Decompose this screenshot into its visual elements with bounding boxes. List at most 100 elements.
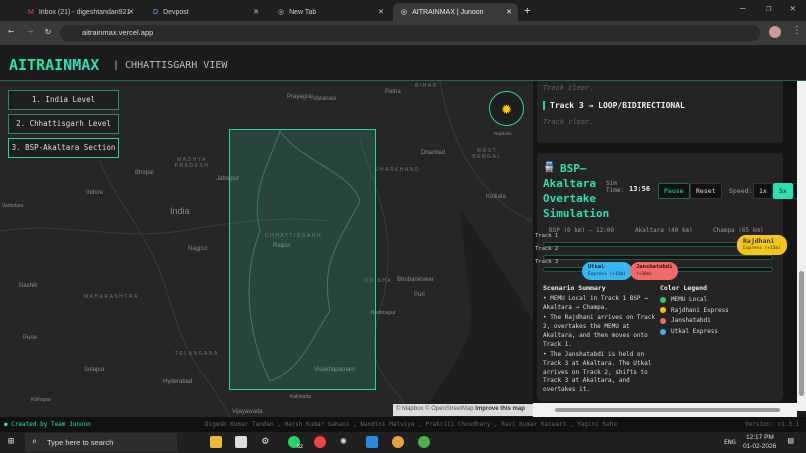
horizontal-scrollbar[interactable] [533, 403, 797, 417]
map-attribution: © Mapbox © OpenStreetMap Improve this ma… [393, 404, 533, 416]
bsp-akaltara-section-button[interactable]: 3. BSP-Akaltara Section [8, 138, 119, 158]
chrome-icon[interactable] [392, 436, 404, 448]
globe-icon: ◎ [401, 9, 408, 16]
map-label: Indore [86, 190, 104, 196]
map[interactable]: Prayagraj Varanasi Patna BIHAR MADHYA PR… [0, 81, 533, 417]
speed-5x-button[interactable]: 5x [773, 183, 793, 199]
track3-heading: Track 3 → LOOP/BIDIRECTIONAL [543, 101, 685, 110]
vscode-icon[interactable] [366, 436, 378, 448]
profile-avatar[interactable] [769, 26, 781, 38]
close-window-button[interactable]: ✕ [790, 4, 795, 14]
legend-item: Utkal Express [660, 327, 729, 338]
train-janshatabdi[interactable]: Janshatabdi (+30m) [630, 262, 679, 280]
scrollbar-thumb[interactable] [555, 408, 780, 412]
map-label: MADHYA PRADESH [174, 157, 210, 169]
train-utkal[interactable]: Utkal Express (+15m) [582, 262, 632, 280]
speed-1x-button[interactable]: 1x [753, 183, 773, 199]
pause-button[interactable]: Pause [658, 183, 690, 199]
simulation-title: BSP–Akaltara Overtake Simulation [543, 162, 610, 220]
tab-strip: M Inbox (21) - digeshtandan921 ✕ D Devpost ✕… [0, 0, 806, 21]
chrome-icon[interactable] [314, 436, 326, 448]
devpost-icon: D [153, 8, 159, 16]
track-2-line [543, 255, 773, 260]
chhattisgarh-bounding-box[interactable] [229, 129, 376, 390]
close-icon[interactable]: ✕ [253, 8, 259, 16]
forward-icon[interactable]: → [27, 26, 33, 37]
legend-item: MEMU Local [660, 295, 729, 306]
tab-new-tab[interactable]: ◎ New Tab ✕ [270, 3, 390, 21]
file-explorer-icon[interactable] [210, 436, 222, 448]
station-champa: Champa (65 km) [713, 227, 764, 234]
train-rajdhani[interactable]: Rajdhani Express (+15m) [737, 235, 787, 255]
simulation-card: 🚆 BSP–Akaltara Overtake Simulation Sim T… [535, 153, 797, 401]
map-label: Kolhapur [31, 397, 52, 403]
reload-icon[interactable]: ↻ [45, 26, 51, 37]
scrollbar-thumb[interactable] [799, 271, 804, 396]
chhattisgarh-level-button[interactable]: 2. Chhattisgarh Level [8, 114, 119, 134]
map-label: India [170, 206, 190, 216]
chatgpt-icon[interactable]: ✺ [340, 434, 352, 447]
theme-toggle-sun-icon[interactable]: ✹ [489, 91, 524, 126]
language-indicator[interactable]: ENG [724, 438, 736, 446]
close-icon[interactable]: ✕ [128, 8, 134, 16]
menu-icon[interactable]: ⋮ [792, 25, 802, 36]
improve-map-link[interactable]: Improve this map [475, 406, 525, 412]
legend-dot [660, 328, 666, 335]
team-members: Digesh Kumar Tandan , Harsh Kumar Sahani… [205, 421, 617, 428]
summary-item: • The Rajdhani arrives on Track 2, overt… [543, 314, 655, 348]
legend-dot [660, 317, 666, 324]
notification-icon[interactable]: ▤ [788, 436, 793, 446]
map-label: Patna [385, 89, 401, 95]
station-akaltara: Akaltara (40 km) [635, 227, 693, 234]
map-label: BIHAR [415, 83, 438, 89]
track-label: Track 3 [535, 259, 559, 265]
vertical-scrollbar[interactable] [797, 81, 806, 411]
clock-date[interactable]: 01-02-2026 [743, 443, 776, 450]
sim-time: 13:56 [629, 185, 651, 193]
india-level-button[interactable]: 1. India Level [8, 90, 119, 110]
close-icon[interactable]: ✕ [378, 8, 384, 16]
minimize-button[interactable]: – [740, 4, 745, 14]
tab-gmail[interactable]: M Inbox (21) - digeshtandan921 ✕ [20, 3, 140, 21]
tab-devpost[interactable]: D Devpost ✕ [145, 3, 265, 21]
track-status: Track clear. [543, 84, 594, 92]
track-status: Track clear. [543, 118, 594, 126]
close-icon[interactable]: ✕ [506, 8, 512, 16]
summary-item: • The Janshatabdi is held on Track 3 at … [543, 351, 652, 394]
restore-button[interactable]: ❐ [766, 4, 771, 14]
clock-time[interactable]: 12:17 PM [746, 434, 774, 441]
new-tab-button[interactable]: + [524, 4, 531, 17]
reset-button[interactable]: Reset [690, 183, 722, 199]
map-label: Pune [23, 335, 38, 341]
windows-start-icon[interactable]: ⊞ [8, 436, 14, 447]
map-label: Rajshahi [494, 131, 512, 136]
track-label: Track 1 [535, 233, 559, 239]
store-icon[interactable] [235, 436, 247, 448]
legend-item: Janshatabdi [660, 316, 729, 327]
map-label: MAHARASHTRA [84, 294, 139, 300]
map-label: Kakinada [290, 394, 311, 400]
station-bsp: BSP (0 km) – 12:00 [549, 227, 615, 234]
map-label: Varanasi [313, 96, 337, 102]
summary-item: • MEMU Local in Track 1 BSP → Akaltara →… [543, 295, 648, 311]
chrome-icon[interactable] [418, 436, 430, 448]
taskbar-search[interactable]: Type here to search [25, 433, 177, 452]
track-label: Track 2 [535, 246, 559, 252]
map-label: Bhopal [135, 170, 154, 176]
map-label: JHARKHAND [376, 167, 421, 173]
track-status-card: Track clear. Track 3 → LOOP/BIDIRECTIONA… [537, 81, 783, 143]
map-label: Bhubaneswar [397, 277, 434, 283]
map-label: WEST BENGAL [472, 148, 502, 160]
back-icon[interactable]: ← [8, 26, 14, 37]
map-label: Vadodara [2, 203, 24, 209]
settings-gear-icon[interactable]: ⚙ [262, 434, 274, 447]
whatsapp-badge: 82 [297, 444, 304, 450]
url-input[interactable]: aitrainmax.vercel.app [60, 25, 760, 41]
legend-dot [660, 307, 666, 314]
speed-label: Speed: [729, 187, 753, 195]
tab-aitrainmax[interactable]: ◎ AITRAINMAX | Junoon ✕ [393, 3, 518, 21]
map-label: Puri [414, 292, 425, 298]
legend-item: Rajdhani Express [660, 306, 729, 317]
globe-icon: ◎ [278, 9, 285, 16]
search-icon: ⌕ [32, 437, 37, 446]
